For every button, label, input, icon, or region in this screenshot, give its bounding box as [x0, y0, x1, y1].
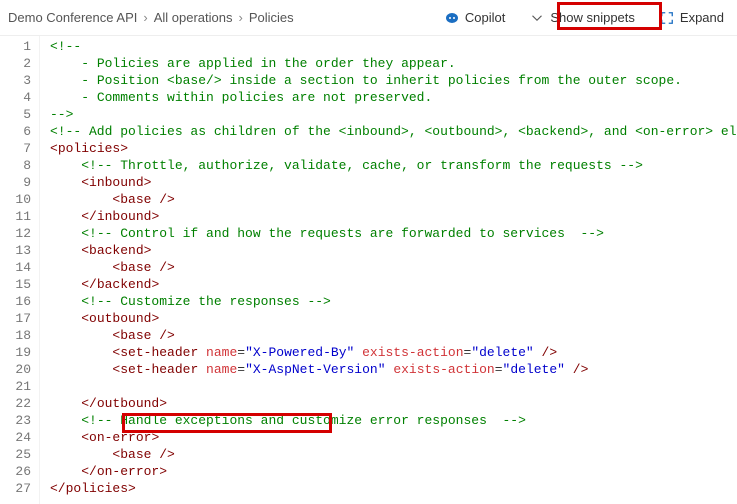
code-line[interactable]: <outbound>: [50, 310, 737, 327]
line-number: 17: [0, 310, 31, 327]
line-number: 21: [0, 378, 31, 395]
line-number: 20: [0, 361, 31, 378]
annotation-highlight-snippets: [557, 2, 662, 30]
copilot-label: Copilot: [465, 10, 505, 25]
line-number: 24: [0, 429, 31, 446]
code-line[interactable]: <set-header name="X-AspNet-Version" exis…: [50, 361, 737, 378]
code-line[interactable]: <base />: [50, 191, 737, 208]
line-number: 7: [0, 140, 31, 157]
code-line[interactable]: </on-error>: [50, 463, 737, 480]
line-number: 18: [0, 327, 31, 344]
line-number: 9: [0, 174, 31, 191]
line-number: 2: [0, 55, 31, 72]
code-line[interactable]: <!-- Customize the responses -->: [50, 293, 737, 310]
code-line[interactable]: [50, 378, 737, 395]
code-line[interactable]: <base />: [50, 327, 737, 344]
line-number: 11: [0, 208, 31, 225]
breadcrumb-api[interactable]: Demo Conference API: [8, 10, 137, 25]
code-line[interactable]: - Policies are applied in the order they…: [50, 55, 737, 72]
expand-button[interactable]: Expand: [654, 7, 729, 29]
line-number: 6: [0, 123, 31, 140]
line-number: 5: [0, 106, 31, 123]
code-line[interactable]: </outbound>: [50, 395, 737, 412]
line-number: 15: [0, 276, 31, 293]
breadcrumb-policies: Policies: [249, 10, 294, 25]
code-line[interactable]: <!-- Add policies as children of the <in…: [50, 123, 737, 140]
line-number: 12: [0, 225, 31, 242]
line-number: 1: [0, 38, 31, 55]
line-number: 14: [0, 259, 31, 276]
code-line[interactable]: <base />: [50, 259, 737, 276]
line-number: 19: [0, 344, 31, 361]
code-line[interactable]: - Position <base/> inside a section to i…: [50, 72, 737, 89]
line-number: 3: [0, 72, 31, 89]
code-line[interactable]: <!--: [50, 38, 737, 55]
breadcrumb-separator: ›: [143, 10, 147, 25]
expand-label: Expand: [680, 10, 724, 25]
line-number-gutter: 1234567891011121314151617181920212223242…: [0, 36, 40, 504]
breadcrumb-separator: ›: [238, 10, 242, 25]
line-number: 8: [0, 157, 31, 174]
code-line[interactable]: <set-header name="X-Powered-By" exists-a…: [50, 344, 737, 361]
copilot-button[interactable]: Copilot: [439, 7, 510, 29]
code-content[interactable]: <!-- - Policies are applied in the order…: [40, 36, 737, 504]
code-line[interactable]: </policies>: [50, 480, 737, 497]
code-line[interactable]: <policies>: [50, 140, 737, 157]
code-line[interactable]: <!-- Throttle, authorize, validate, cach…: [50, 157, 737, 174]
copilot-icon: [444, 10, 460, 26]
breadcrumb-operations[interactable]: All operations: [154, 10, 233, 25]
code-line[interactable]: </inbound>: [50, 208, 737, 225]
code-line[interactable]: <inbound>: [50, 174, 737, 191]
code-line[interactable]: -->: [50, 106, 737, 123]
code-line[interactable]: - Comments within policies are not prese…: [50, 89, 737, 106]
code-line[interactable]: <!-- Control if and how the requests are…: [50, 225, 737, 242]
line-number: 26: [0, 463, 31, 480]
code-line[interactable]: <base />: [50, 446, 737, 463]
line-number: 10: [0, 191, 31, 208]
annotation-highlight-code: [122, 413, 332, 433]
line-number: 22: [0, 395, 31, 412]
line-number: 16: [0, 293, 31, 310]
code-line[interactable]: <backend>: [50, 242, 737, 259]
breadcrumb: Demo Conference API › All operations › P…: [8, 10, 439, 25]
code-line[interactable]: </backend>: [50, 276, 737, 293]
code-editor[interactable]: 1234567891011121314151617181920212223242…: [0, 36, 737, 504]
line-number: 25: [0, 446, 31, 463]
line-number: 13: [0, 242, 31, 259]
chevron-down-icon: [529, 10, 545, 26]
line-number: 23: [0, 412, 31, 429]
line-number: 4: [0, 89, 31, 106]
line-number: 27: [0, 480, 31, 497]
